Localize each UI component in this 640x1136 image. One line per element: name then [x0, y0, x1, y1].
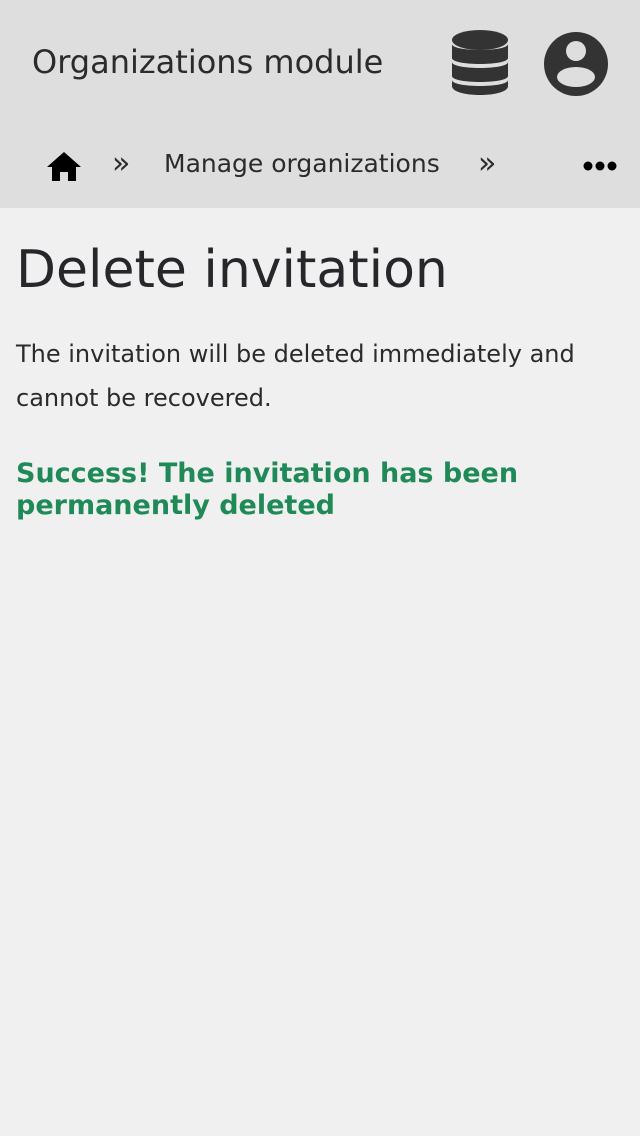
more-button[interactable]: [578, 148, 622, 184]
account-circle-icon: [544, 32, 608, 96]
success-message: Success! The invitation has been permane…: [16, 458, 519, 521]
app-title: Organizations module: [32, 43, 384, 81]
home-icon: [47, 152, 81, 181]
breadcrumb-separator: »: [112, 146, 131, 181]
database-icon: [452, 30, 508, 95]
description-text: The invitation will be deleted immediate…: [16, 340, 575, 412]
breadcrumb-manage-organizations[interactable]: Manage organizations: [164, 144, 440, 184]
more-horizontal-icon: [583, 161, 617, 171]
breadcrumb-separator: »: [478, 146, 497, 181]
page-title: Delete invitation: [16, 240, 448, 300]
main-content: Delete invitation The invitation will be…: [16, 234, 624, 522]
account-button[interactable]: [542, 30, 610, 98]
breadcrumb: » Manage organizations »: [0, 130, 640, 200]
app-header: Organizations module » Manage organizati…: [0, 0, 640, 208]
database-button[interactable]: [448, 28, 512, 100]
home-link[interactable]: [44, 146, 84, 186]
